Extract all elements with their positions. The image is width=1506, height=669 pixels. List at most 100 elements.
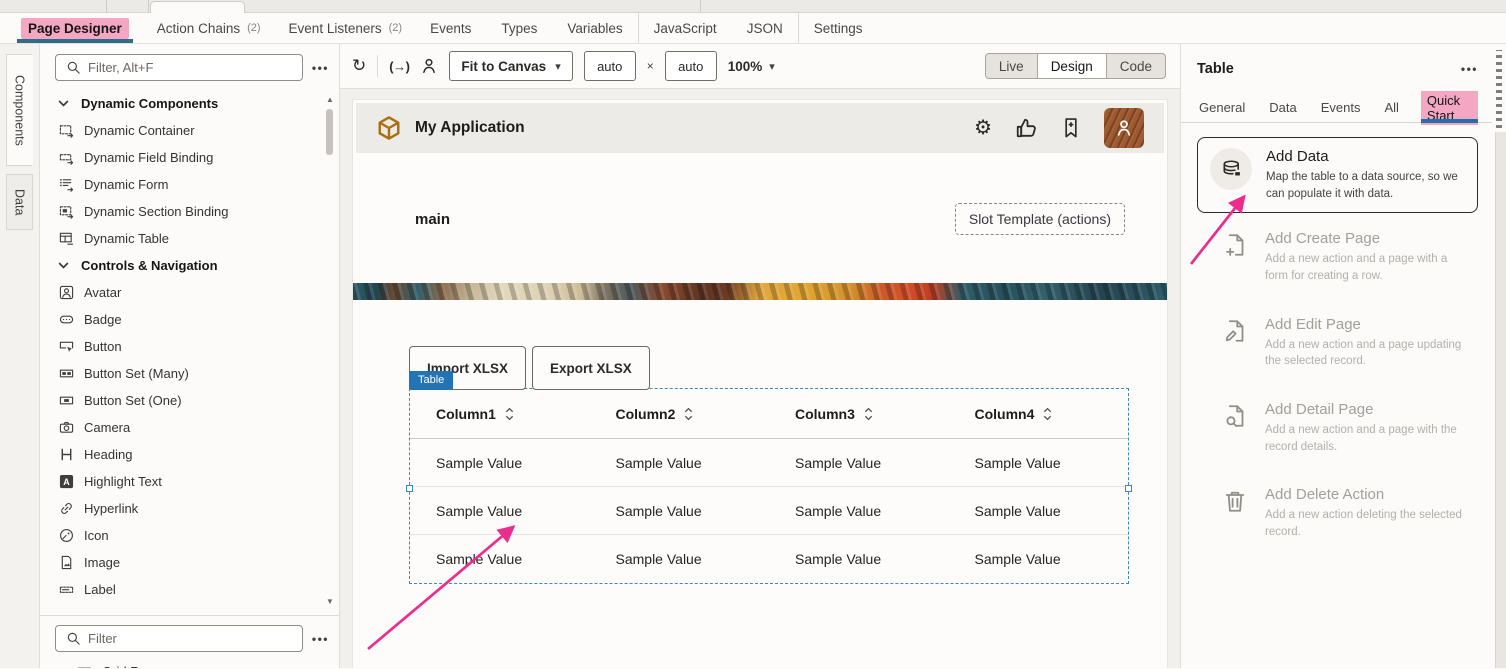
page-plus-icon (1223, 233, 1249, 259)
resize-handle-left[interactable] (406, 485, 413, 492)
canvas-width-input[interactable] (584, 51, 636, 81)
component-item[interactable]: Dynamic Section Binding (55, 198, 321, 225)
person-icon[interactable] (420, 57, 438, 75)
components-overflow-menu[interactable]: ••• (312, 61, 329, 75)
canvas-height-input[interactable] (665, 51, 717, 81)
editor-tab[interactable]: JavaScript (639, 13, 732, 43)
component-item[interactable]: Button (55, 333, 321, 360)
chevron-down-icon (55, 96, 71, 112)
rail-tab-data[interactable]: Data (6, 174, 33, 230)
component-item[interactable]: Image (55, 549, 321, 576)
dynamic-field-binding-icon (58, 150, 74, 166)
sort-icon[interactable] (505, 407, 514, 421)
active-browser-tab[interactable] (150, 1, 245, 13)
thumbs-up-icon[interactable] (1014, 116, 1038, 140)
mode-button[interactable]: Live (985, 53, 1038, 79)
slot-template-button[interactable]: Slot Template (actions) (955, 203, 1125, 235)
sort-icon[interactable] (684, 407, 693, 421)
component-item[interactable]: A Highlight Text (55, 468, 321, 495)
editor-tab[interactable]: Events (415, 13, 486, 43)
quick-start-list: Add Data Map the table to a data source,… (1197, 137, 1478, 555)
table-row[interactable]: Sample ValueSample ValueSample ValueSamp… (410, 439, 1128, 487)
sort-icon[interactable] (864, 407, 873, 421)
mode-button[interactable]: Design (1038, 53, 1107, 79)
editor-tab[interactable]: Action Chains (2) (142, 13, 274, 43)
rail-tab-components[interactable]: Components (6, 54, 33, 166)
properties-tab[interactable]: Data (1267, 93, 1298, 122)
quick-start-item[interactable]: Add Detail Page Add a new action and a p… (1197, 384, 1478, 469)
table-column-header[interactable]: Column2 (590, 406, 770, 422)
component-item[interactable]: Label (55, 576, 321, 603)
zoom-select[interactable]: 100% ▾ (728, 59, 775, 74)
structure-item-partial[interactable]: Grid Row (73, 658, 339, 668)
quick-start-item[interactable]: Add Data Map the table to a data source,… (1197, 137, 1478, 213)
table-column-header[interactable]: Column3 (769, 406, 949, 422)
refresh-icon[interactable]: ↻ (352, 56, 366, 76)
quick-start-item[interactable]: Add Edit Page Add a new action and a pag… (1197, 299, 1478, 384)
structure-filter-input[interactable] (88, 631, 293, 646)
properties-tab[interactable]: Events (1319, 93, 1363, 122)
section-controls-navigation[interactable]: Controls & Navigation (55, 252, 321, 279)
components-scrollbar[interactable]: ▲ ▼ (325, 95, 335, 607)
export-xlsx-button[interactable]: Export XLSX (532, 346, 650, 390)
fit-to-canvas-select[interactable]: Fit to Canvas ▾ (449, 51, 572, 81)
editor-tab[interactable]: Settings (799, 13, 878, 43)
component-item[interactable]: Camera (55, 414, 321, 441)
component-item[interactable]: Icon (55, 522, 321, 549)
components-filter-input[interactable] (88, 60, 293, 75)
components-filter-box[interactable] (55, 54, 303, 81)
table-cell: Sample Value (769, 551, 949, 567)
quick-start-item[interactable]: Add Create Page Add a new action and a p… (1197, 213, 1478, 298)
tab-divider (148, 0, 149, 12)
quick-start-title: Add Detail Page (1265, 401, 1468, 418)
resize-handle-right[interactable] (1125, 485, 1132, 492)
component-item[interactable]: Dynamic Form (55, 171, 321, 198)
quick-start-title: Add Edit Page (1265, 316, 1468, 333)
structure-filter-box[interactable] (55, 625, 303, 652)
gear-icon[interactable]: ⚙ (974, 118, 992, 138)
scroll-up-icon[interactable]: ▲ (325, 95, 335, 105)
table-cell: Sample Value (769, 455, 949, 471)
collapsed-edge-strip[interactable] (1492, 44, 1506, 668)
scrollbar-thumb[interactable] (326, 109, 333, 155)
table-component[interactable]: Column1 Column2 Column3 Column4 Sample V… (409, 388, 1129, 584)
component-item[interactable]: Dynamic Table (55, 225, 321, 252)
section-dynamic-components[interactable]: Dynamic Components (55, 90, 321, 117)
table-cell: Sample Value (769, 503, 949, 519)
quick-start-item[interactable]: Add Delete Action Add a new action delet… (1197, 469, 1478, 554)
avatar[interactable] (1104, 108, 1144, 148)
component-item[interactable]: Badge (55, 306, 321, 333)
editor-tab[interactable]: Variables (552, 13, 638, 43)
properties-tab[interactable]: General (1197, 93, 1247, 122)
table-row[interactable]: Sample ValueSample ValueSample ValueSamp… (410, 487, 1128, 535)
editor-tab[interactable]: Event Listeners (2) (274, 13, 416, 43)
canvas-area: My Application ⚙ main Slot Template (act… (340, 89, 1180, 668)
table-column-header[interactable]: Column4 (949, 406, 1129, 422)
editor-tab[interactable]: Page Designer (8, 13, 142, 43)
edge-scroll-track[interactable] (1495, 132, 1506, 668)
component-item[interactable]: Dynamic Field Binding (55, 144, 321, 171)
component-item[interactable]: Button Set (One) (55, 387, 321, 414)
page-title: main (415, 211, 450, 228)
section-title: Controls & Navigation (81, 258, 218, 273)
design-canvas-region: ↻ (→) Fit to Canvas ▾ × 100% ▾ LiveDesig… (340, 44, 1180, 668)
component-item[interactable]: Heading (55, 441, 321, 468)
live-cursor-icon[interactable]: (→) (389, 59, 409, 74)
structure-overflow-menu[interactable]: ••• (312, 632, 329, 646)
structure-item-label: Grid Row (102, 664, 156, 669)
sort-icon[interactable] (1043, 407, 1052, 421)
component-item[interactable]: Dynamic Container (55, 117, 321, 144)
properties-tab[interactable]: All (1382, 93, 1400, 122)
table-row[interactable]: Sample ValueSample ValueSample ValueSamp… (410, 535, 1128, 583)
component-item[interactable]: Hyperlink (55, 495, 321, 522)
editor-tab[interactable]: JSON (732, 13, 799, 43)
properties-tab[interactable]: Quick Start (1421, 93, 1478, 122)
component-item[interactable]: Button Set (Many) (55, 360, 321, 387)
scroll-down-icon[interactable]: ▼ (325, 597, 335, 607)
editor-tab[interactable]: Types (486, 13, 552, 43)
component-item[interactable]: Avatar (55, 279, 321, 306)
properties-overflow-menu[interactable]: ••• (1461, 62, 1478, 76)
table-column-header[interactable]: Column1 (410, 406, 590, 422)
bookmark-plus-icon[interactable] (1060, 117, 1082, 139)
mode-button[interactable]: Code (1107, 53, 1166, 79)
